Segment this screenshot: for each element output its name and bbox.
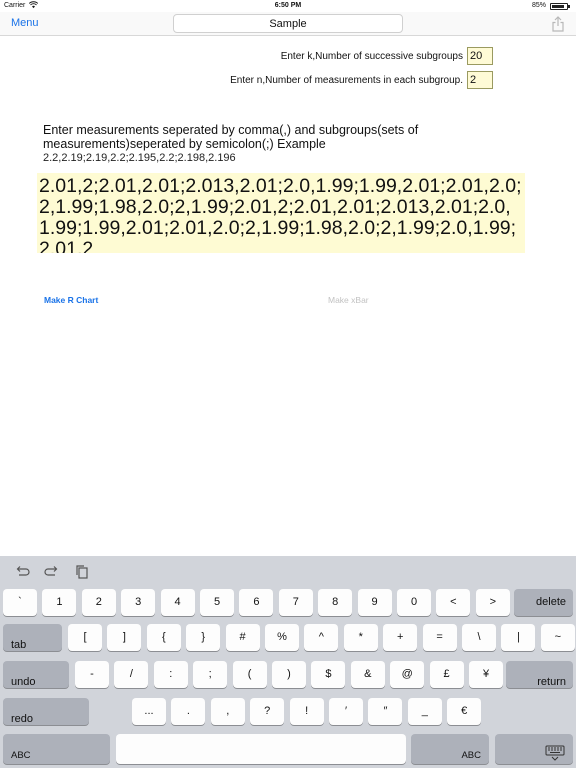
row2-key-6[interactable]: ^	[304, 624, 339, 651]
space-key[interactable]	[116, 734, 406, 764]
row2-key-10[interactable]: \	[462, 624, 496, 651]
row4-key-6[interactable]: ″	[368, 698, 403, 725]
row3-key-9[interactable]: £	[429, 661, 464, 688]
row2-key-11[interactable]: |	[501, 624, 536, 651]
n-row: Enter n,Number of measurements in each s…	[0, 71, 576, 91]
row2-key-7[interactable]: *	[343, 624, 378, 651]
instructions-text: Enter measurements seperated by comma(,)…	[43, 123, 419, 151]
measurements-value: 2.01,2;2.01,2.01;2.013,2.01;2.0,1.99;1.9…	[39, 175, 522, 254]
keyboard-hide-icon[interactable]	[495, 734, 573, 764]
row1-key-10[interactable]: 0	[397, 589, 431, 616]
row1-key-11[interactable]: <	[436, 589, 471, 616]
return-key[interactable]: return	[506, 661, 573, 688]
row4-key-1[interactable]: .	[171, 698, 206, 725]
undo-key[interactable]: undo	[3, 661, 69, 688]
row4-key-5[interactable]: ′	[329, 698, 363, 725]
row3-key-4[interactable]: (	[232, 661, 267, 688]
row2-key-9[interactable]: =	[422, 624, 457, 651]
n-input[interactable]	[467, 71, 493, 89]
row4-key-2[interactable]: ,	[210, 698, 245, 725]
row4-key-3[interactable]: ?	[250, 698, 285, 725]
row1-key-1[interactable]: 1	[42, 589, 77, 616]
row3-key-0[interactable]: -	[75, 661, 109, 688]
row3-key-5[interactable]: )	[272, 661, 306, 688]
abc-left-key[interactable]: ABC	[3, 734, 110, 764]
example-text: 2.2,2.19;2.19,2.2;2.195,2.2;2.198,2.196	[43, 152, 236, 164]
row2-key-8[interactable]: +	[383, 624, 418, 651]
delete-key[interactable]: delete	[514, 589, 573, 616]
row1-key-7[interactable]: 7	[278, 589, 313, 616]
row1-key-3[interactable]: 3	[121, 589, 156, 616]
battery-percent: 85%	[531, 2, 546, 9]
menu-button[interactable]: Menu	[11, 17, 39, 29]
row2-key-5[interactable]: %	[265, 624, 299, 651]
k-input[interactable]	[467, 47, 493, 65]
make-r-chart-button[interactable]: Make R Chart	[44, 295, 98, 305]
paste-icon[interactable]	[74, 564, 90, 580]
share-icon[interactable]	[551, 16, 565, 32]
title-field[interactable]: Sample	[173, 14, 403, 33]
row3-key-7[interactable]: &	[350, 661, 385, 688]
keyboard-toolbar	[0, 556, 576, 586]
row4-key-4[interactable]: !	[289, 698, 324, 725]
row4-key-8[interactable]: €	[447, 698, 482, 725]
row1-key-4[interactable]: 4	[160, 589, 195, 616]
keyboard: ` 1 2 3 4 5 6 7 8 9 0 < > delete tab []{} #% ^ * + = \ | ~ u…	[0, 556, 576, 768]
row3-key-6[interactable]: $	[311, 661, 346, 688]
nav-bar: Menu Sample	[0, 12, 576, 36]
measurements-textarea[interactable]: 2.01,2;2.01,2.01;2.013,2.01;2.0,1.99;1.9…	[37, 173, 525, 253]
redo-icon[interactable]	[44, 564, 60, 580]
row3-key-8[interactable]: @	[390, 661, 425, 688]
row3-key-1[interactable]: /	[114, 661, 149, 688]
row1-key-12[interactable]: >	[475, 589, 510, 616]
row1-key-0[interactable]: `	[3, 589, 37, 616]
row1-key-2[interactable]: 2	[81, 589, 116, 616]
row1-key-5[interactable]: 5	[200, 589, 234, 616]
row2-key-3[interactable]: }	[186, 624, 221, 651]
row2-key-1[interactable]: ]	[107, 624, 142, 651]
k-label: Enter k,Number of successive subgroups	[280, 51, 463, 62]
row1-key-6[interactable]: 6	[239, 589, 274, 616]
clock: 6:50 PM	[274, 2, 302, 9]
make-xbar-button[interactable]: Make xBar	[328, 295, 369, 305]
abc-right-key[interactable]: ABC	[411, 734, 489, 764]
row3-key-3[interactable]: ;	[193, 661, 228, 688]
n-label: Enter n,Number of measurements in each s…	[230, 75, 463, 86]
row2-key-2[interactable]: {	[146, 624, 181, 651]
undo-icon[interactable]	[14, 564, 30, 580]
row4-key-0[interactable]: ...	[132, 698, 166, 725]
row2-key-4[interactable]: #	[225, 624, 260, 651]
row1-key-9[interactable]: 9	[357, 589, 392, 616]
row2-key-12[interactable]: ~	[540, 624, 575, 651]
row2-key-0[interactable]: [	[68, 624, 102, 651]
battery-icon	[550, 3, 570, 10]
row3-key-10[interactable]: ¥	[469, 661, 503, 688]
k-row: Enter k,Number of successive subgroups	[0, 47, 576, 67]
redo-key[interactable]: redo	[3, 698, 89, 725]
tab-key[interactable]: tab	[3, 624, 62, 651]
row1-key-8[interactable]: 8	[318, 589, 353, 616]
status-bar: Carrier 6:50 PM 85%	[0, 0, 576, 12]
row4-key-7[interactable]: _	[407, 698, 442, 725]
row3-key-2[interactable]: :	[153, 661, 188, 688]
